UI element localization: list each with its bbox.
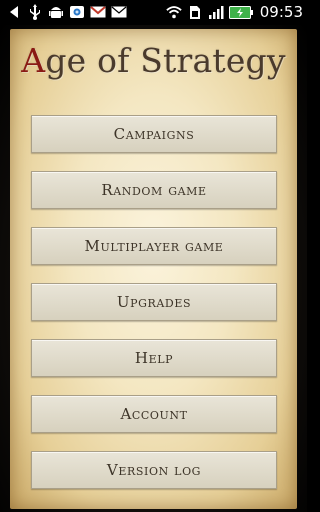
usb-icon (27, 4, 43, 20)
gmail-icon (90, 4, 106, 20)
account-button[interactable]: Account (31, 395, 277, 433)
sim-icon (187, 4, 203, 20)
android-debug-icon (48, 4, 64, 20)
back-arrow-icon (6, 4, 22, 20)
campaigns-button[interactable]: Campaigns (31, 115, 277, 153)
image-icon (69, 4, 85, 20)
help-button[interactable]: Help (31, 339, 277, 377)
wifi-icon (166, 4, 182, 20)
mail-icon (111, 4, 127, 20)
random-game-button[interactable]: Random game (31, 171, 277, 209)
battery-icon (228, 4, 253, 20)
multiplayer-game-button[interactable]: Multiplayer game (31, 227, 277, 265)
game-title: Age of Strategy (21, 41, 286, 80)
main-menu: Campaigns Random game Multiplayer game U… (31, 115, 277, 507)
clock: 09:53 (259, 3, 303, 21)
upgrades-button[interactable]: Upgrades (31, 283, 277, 321)
status-bar: 09:53 (0, 0, 307, 25)
signal-icon (208, 4, 224, 20)
parchment-background: Age of Strategy Campaigns Random game Mu… (10, 29, 297, 509)
app-screen: Age of Strategy Campaigns Random game Mu… (0, 25, 307, 512)
version-log-button[interactable]: Version log (31, 451, 277, 489)
